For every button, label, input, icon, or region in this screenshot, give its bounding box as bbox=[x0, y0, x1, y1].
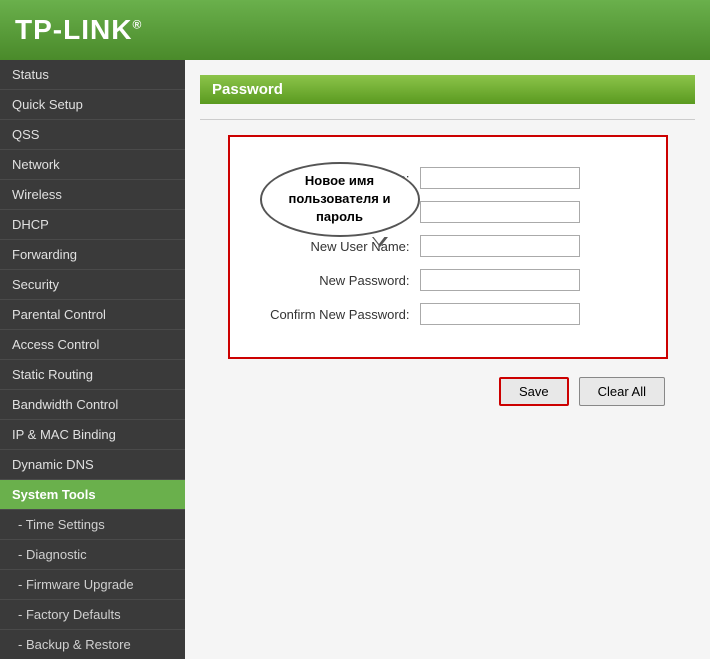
new-password-input[interactable] bbox=[420, 269, 580, 291]
sidebar-item-system-tools[interactable]: System Tools bbox=[0, 480, 185, 510]
sidebar: Status Quick Setup QSS Network Wireless … bbox=[0, 60, 185, 659]
clear-all-button[interactable]: Clear All bbox=[579, 377, 665, 406]
new-username-input[interactable] bbox=[420, 235, 580, 257]
confirm-password-label: Confirm New Password: bbox=[260, 307, 420, 322]
sidebar-item-forwarding[interactable]: Forwarding bbox=[0, 240, 185, 270]
layout: Status Quick Setup QSS Network Wireless … bbox=[0, 60, 710, 659]
header: TP-LINK® bbox=[0, 0, 710, 60]
logo: TP-LINK® bbox=[15, 14, 142, 46]
sidebar-item-static-routing[interactable]: Static Routing bbox=[0, 360, 185, 390]
sidebar-item-quick-setup[interactable]: Quick Setup bbox=[0, 90, 185, 120]
old-password-input[interactable] bbox=[420, 201, 580, 223]
main-content: Password Новое имя пользователя и пароль… bbox=[185, 60, 710, 659]
confirm-password-input[interactable] bbox=[420, 303, 580, 325]
sidebar-item-diagnostic[interactable]: - Diagnostic bbox=[0, 540, 185, 570]
sidebar-item-status[interactable]: Status bbox=[0, 60, 185, 90]
new-username-label: New User Name: bbox=[260, 239, 420, 254]
new-password-label: New Password: bbox=[260, 273, 420, 288]
sidebar-item-dynamic-dns[interactable]: Dynamic DNS bbox=[0, 450, 185, 480]
sidebar-item-bandwidth-control[interactable]: Bandwidth Control bbox=[0, 390, 185, 420]
old-username-input[interactable] bbox=[420, 167, 580, 189]
logo-text: TP-LINK bbox=[15, 14, 132, 45]
sidebar-item-qss[interactable]: QSS bbox=[0, 120, 185, 150]
sidebar-item-factory-defaults[interactable]: - Factory Defaults bbox=[0, 600, 185, 630]
sidebar-item-time-settings[interactable]: - Time Settings bbox=[0, 510, 185, 540]
sidebar-item-security[interactable]: Security bbox=[0, 270, 185, 300]
sidebar-item-parental-control[interactable]: Parental Control bbox=[0, 300, 185, 330]
sidebar-item-wireless[interactable]: Wireless bbox=[0, 180, 185, 210]
save-button[interactable]: Save bbox=[499, 377, 569, 406]
confirm-password-row: Confirm New Password: bbox=[260, 303, 636, 325]
sidebar-item-access-control[interactable]: Access Control bbox=[0, 330, 185, 360]
new-username-row: New User Name: bbox=[260, 235, 636, 257]
divider bbox=[200, 119, 695, 120]
sidebar-item-backup-restore[interactable]: - Backup & Restore bbox=[0, 630, 185, 659]
speech-bubble-text: Новое имя пользователя и пароль bbox=[289, 173, 391, 224]
page-title: Password bbox=[212, 81, 283, 98]
page-title-bar: Password bbox=[200, 75, 695, 104]
sidebar-item-network[interactable]: Network bbox=[0, 150, 185, 180]
sidebar-item-ip-mac-binding[interactable]: IP & MAC Binding bbox=[0, 420, 185, 450]
buttons-area: Save Clear All bbox=[200, 377, 695, 406]
new-password-row: New Password: bbox=[260, 269, 636, 291]
logo-registered: ® bbox=[132, 18, 142, 32]
sidebar-item-firmware-upgrade[interactable]: - Firmware Upgrade bbox=[0, 570, 185, 600]
sidebar-item-dhcp[interactable]: DHCP bbox=[0, 210, 185, 240]
speech-bubble: Новое имя пользователя и пароль bbox=[260, 162, 420, 237]
password-form: Новое имя пользователя и пароль Old User… bbox=[228, 135, 668, 359]
